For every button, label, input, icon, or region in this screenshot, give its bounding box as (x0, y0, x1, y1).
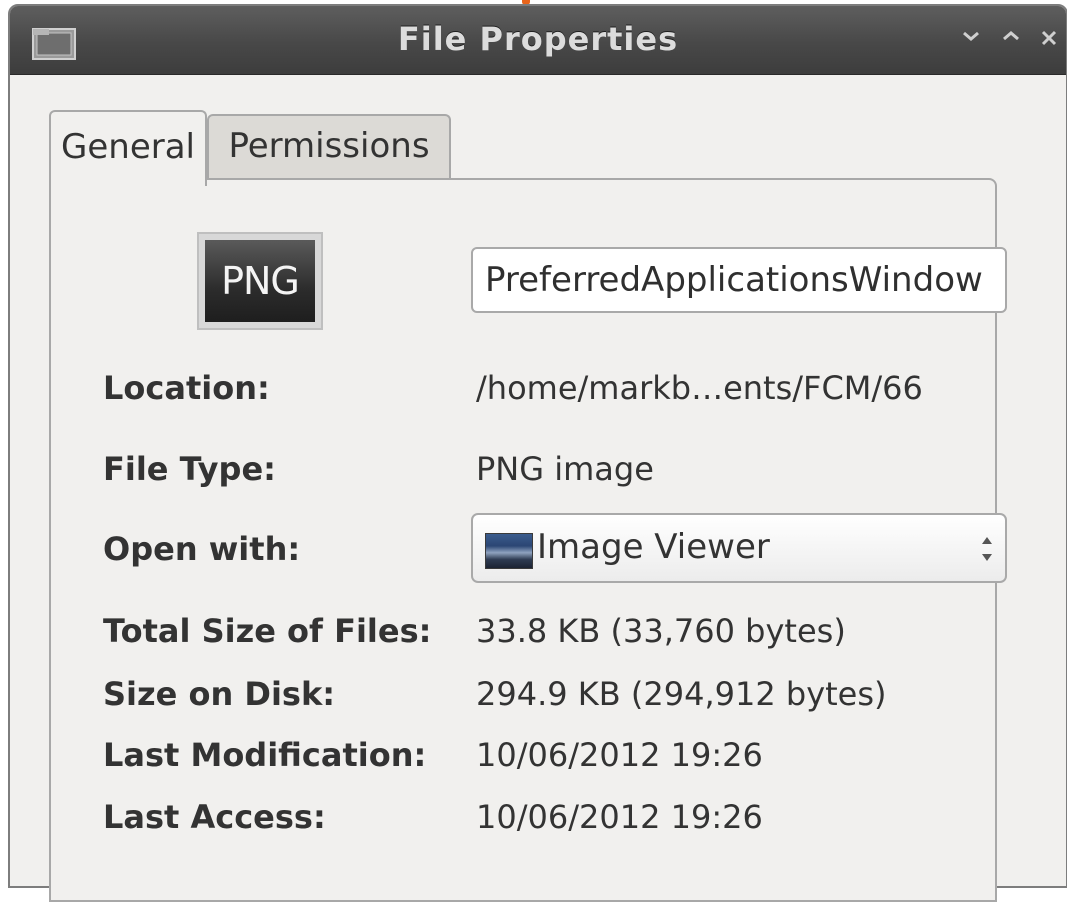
window-title: File Properties (397, 20, 679, 58)
tab-permissions[interactable]: Permissions (207, 114, 451, 180)
minimize-button[interactable] (956, 24, 986, 54)
last-access-value: 10/06/2012 19:26 (476, 798, 763, 836)
file-type-value: PNG image (476, 450, 654, 488)
last-modification-value: 10/06/2012 19:26 (476, 736, 763, 774)
title-bar[interactable]: File Properties (10, 6, 1066, 75)
size-on-disk-value: 294.9 KB (294,912 bytes) (476, 675, 887, 713)
last-modification-label: Last Modification: (103, 736, 427, 774)
file-type-png-icon: PNG (197, 232, 323, 330)
png-icon-label: PNG (205, 240, 315, 322)
file-type-label: File Type: (103, 450, 276, 488)
location-label: Location: (103, 369, 270, 407)
tab-general[interactable]: General (49, 110, 207, 186)
total-size-value: 33.8 KB (33,760 bytes) (476, 612, 846, 650)
last-access-label: Last Access: (103, 798, 326, 836)
open-with-select[interactable]: Image Viewer (471, 513, 1007, 583)
image-viewer-icon (485, 533, 533, 569)
size-on-disk-label: Size on Disk: (103, 675, 336, 713)
open-with-value: Image Viewer (537, 527, 770, 567)
location-value: /home/markb…ents/FCM/66 (476, 369, 923, 407)
select-arrows-icon (982, 537, 992, 561)
file-name-input[interactable]: PreferredApplicationsWindow (471, 247, 1007, 313)
total-size-label: Total Size of Files: (103, 612, 432, 650)
close-button[interactable] (1034, 24, 1064, 54)
open-with-label: Open with: (103, 530, 301, 568)
maximize-button[interactable] (996, 24, 1026, 54)
